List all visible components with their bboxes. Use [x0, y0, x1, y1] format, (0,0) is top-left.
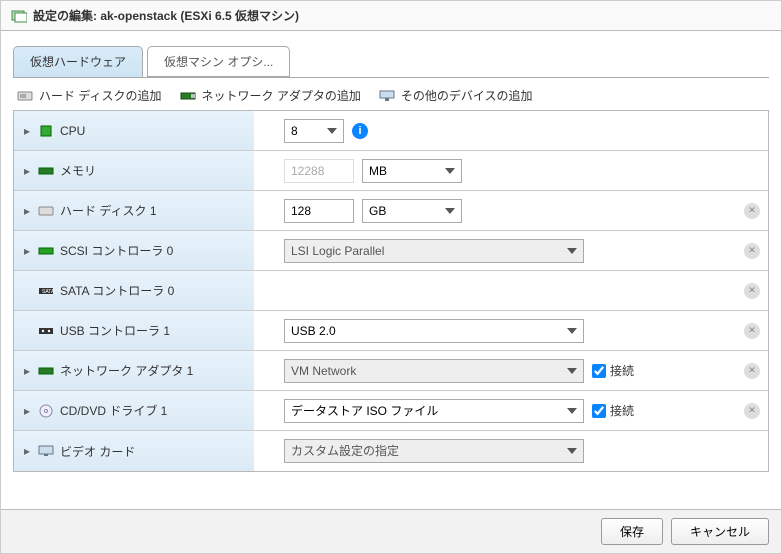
video-label: ビデオ カード [60, 443, 135, 460]
info-icon[interactable]: i [352, 123, 368, 139]
scsi-icon [38, 243, 54, 259]
usb-icon [38, 323, 54, 339]
remove-disk-button[interactable] [744, 203, 760, 219]
nic-label: ネットワーク アダプタ 1 [60, 362, 193, 379]
scsi-label: SCSI コントローラ 0 [60, 242, 173, 259]
tab-hardware[interactable]: 仮想ハードウェア [13, 46, 143, 77]
cddvd-connect-checkbox[interactable]: 接続 [592, 402, 634, 419]
disk-label: ハード ディスク 1 [60, 202, 157, 219]
save-button[interactable]: 保存 [601, 518, 663, 545]
row-nic: ▸ ネットワーク アダプタ 1 VM Network 接続 [14, 351, 768, 391]
cpu-select[interactable]: 8 [284, 119, 344, 143]
device-icon [379, 88, 395, 104]
add-nic-button[interactable]: ネットワーク アダプタの追加 [180, 87, 361, 104]
row-label: ▸ CPU [14, 111, 254, 150]
disk-size-input[interactable] [284, 199, 354, 223]
add-other-label: その他のデバイスの追加 [401, 87, 533, 104]
add-other-device-button[interactable]: その他のデバイスの追加 [379, 87, 533, 104]
dialog-title: 設定の編集: ak-openstack (ESXi 6.5 仮想マシン) [33, 7, 299, 24]
row-memory: ▸ メモリ MB [14, 151, 768, 191]
nic-icon [38, 363, 54, 379]
cpu-icon [38, 123, 54, 139]
dialog-body: 仮想ハードウェア 仮想マシン オプシ... ハード ディスクの追加 ネットワーク… [1, 31, 781, 509]
tabs: 仮想ハードウェア 仮想マシン オプシ... [13, 46, 769, 78]
usb-type-select[interactable]: USB 2.0 [284, 319, 584, 343]
tab-vm-options[interactable]: 仮想マシン オプシ... [147, 46, 290, 77]
row-disk: ▸ ハード ディスク 1 GB [14, 191, 768, 231]
remove-sata-button[interactable] [744, 283, 760, 299]
memory-label: メモリ [60, 162, 96, 179]
cancel-button[interactable]: キャンセル [671, 518, 769, 545]
expand-icon[interactable]: ▸ [22, 124, 32, 138]
expand-icon[interactable]: ▸ [22, 164, 32, 178]
cddvd-label: CD/DVD ドライブ 1 [60, 402, 167, 419]
vm-icon [11, 8, 27, 24]
nic-icon [180, 88, 196, 104]
row-cddvd: ▸ CD/DVD ドライブ 1 データストア ISO ファイル 接続 [14, 391, 768, 431]
expand-icon[interactable]: ▸ [22, 444, 32, 458]
memory-icon [38, 163, 54, 179]
cddvd-source-select[interactable]: データストア ISO ファイル [284, 399, 584, 423]
settings-rows: ▸ CPU 8 i ▸ メモリ MB [13, 110, 769, 472]
disk-unit-select[interactable]: GB [362, 199, 462, 223]
cd-icon [38, 403, 54, 419]
nic-network-select[interactable]: VM Network [284, 359, 584, 383]
expand-icon[interactable]: ▸ [22, 404, 32, 418]
remove-nic-button[interactable] [744, 363, 760, 379]
edit-settings-dialog: 設定の編集: ak-openstack (ESXi 6.5 仮想マシン) 仮想ハ… [0, 0, 782, 554]
memory-input[interactable] [284, 159, 354, 183]
memory-unit-select[interactable]: MB [362, 159, 462, 183]
video-icon [38, 443, 54, 459]
usb-label: USB コントローラ 1 [60, 322, 170, 339]
svg-text:SATA: SATA [42, 289, 54, 295]
video-config-select[interactable]: カスタム設定の指定 [284, 439, 584, 463]
row-sata: ▸ SATA SATA コントローラ 0 [14, 271, 768, 311]
nic-connect-checkbox[interactable]: 接続 [592, 362, 634, 379]
expand-icon[interactable]: ▸ [22, 364, 32, 378]
scsi-type-select[interactable]: LSI Logic Parallel [284, 239, 584, 263]
expand-icon[interactable]: ▸ [22, 204, 32, 218]
remove-scsi-button[interactable] [744, 243, 760, 259]
disk-icon [38, 203, 54, 219]
toolbar: ハード ディスクの追加 ネットワーク アダプタの追加 その他のデバイスの追加 [13, 77, 769, 110]
row-scsi: ▸ SCSI コントローラ 0 LSI Logic Parallel [14, 231, 768, 271]
row-video: ▸ ビデオ カード カスタム設定の指定 [14, 431, 768, 471]
row-cpu: ▸ CPU 8 i [14, 111, 768, 151]
sata-label: SATA コントローラ 0 [60, 282, 174, 299]
sata-icon: SATA [38, 283, 54, 299]
cpu-label: CPU [60, 124, 85, 138]
expand-icon[interactable]: ▸ [22, 244, 32, 258]
remove-cddvd-button[interactable] [744, 403, 760, 419]
disk-icon [17, 88, 33, 104]
title-bar: 設定の編集: ak-openstack (ESXi 6.5 仮想マシン) [1, 1, 781, 31]
add-disk-label: ハード ディスクの追加 [39, 87, 162, 104]
add-disk-button[interactable]: ハード ディスクの追加 [17, 87, 162, 104]
add-nic-label: ネットワーク アダプタの追加 [202, 87, 361, 104]
dialog-footer: 保存 キャンセル [1, 509, 781, 553]
row-usb: ▸ USB コントローラ 1 USB 2.0 [14, 311, 768, 351]
remove-usb-button[interactable] [744, 323, 760, 339]
